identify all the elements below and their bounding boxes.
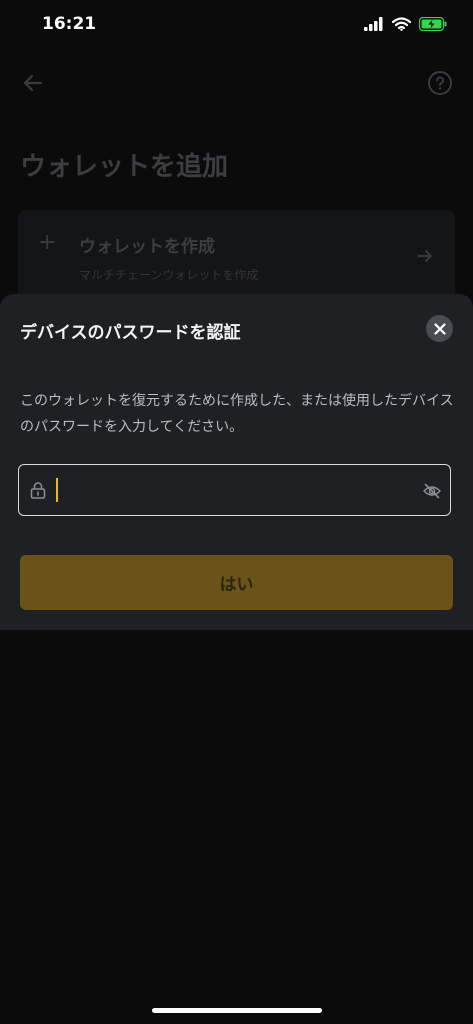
password-field[interactable]: [18, 464, 451, 516]
create-wallet-subtitle: マルチチェーンウォレットを作成: [79, 268, 259, 282]
status-bar: 16:21: [0, 0, 473, 50]
close-button[interactable]: [426, 315, 453, 342]
eye-off-icon[interactable]: [422, 481, 442, 501]
sheet-title: デバイスのパスワードを認証: [20, 323, 241, 343]
confirm-button[interactable]: はい: [20, 555, 453, 610]
page-title: ウォレットを追加: [20, 152, 229, 182]
confirm-button-label: はい: [219, 575, 254, 594]
plus-icon: +: [38, 230, 57, 255]
home-indicator[interactable]: [152, 1008, 322, 1013]
battery-charging-icon: [419, 17, 447, 31]
lock-icon: [30, 482, 46, 499]
back-arrow-icon: [23, 74, 43, 92]
back-button[interactable]: [20, 70, 46, 96]
wifi-icon: [392, 17, 411, 31]
verify-password-sheet: デバイスのパスワードを認証 このウォレットを復元するために作成した、または使用し…: [0, 294, 473, 630]
sheet-description: このウォレットを復元するために作成した、または使用したデバイスのパスワードを入力…: [20, 393, 454, 435]
close-icon: [433, 322, 446, 335]
signal-icon: [364, 17, 383, 31]
text-caret: [56, 478, 58, 502]
help-button[interactable]: [427, 70, 453, 96]
status-time: 16:21: [42, 14, 97, 34]
page-header: [0, 62, 473, 104]
help-icon: [428, 71, 452, 95]
status-icons: [364, 17, 447, 31]
create-wallet-title: ウォレットを作成: [79, 237, 215, 257]
screen: ウォレットを追加 + ウォレットを作成 マルチチェーンウォレットを作成 16:2…: [0, 0, 473, 1024]
password-input[interactable]: [61, 473, 425, 509]
arrow-right-icon: [415, 246, 435, 266]
